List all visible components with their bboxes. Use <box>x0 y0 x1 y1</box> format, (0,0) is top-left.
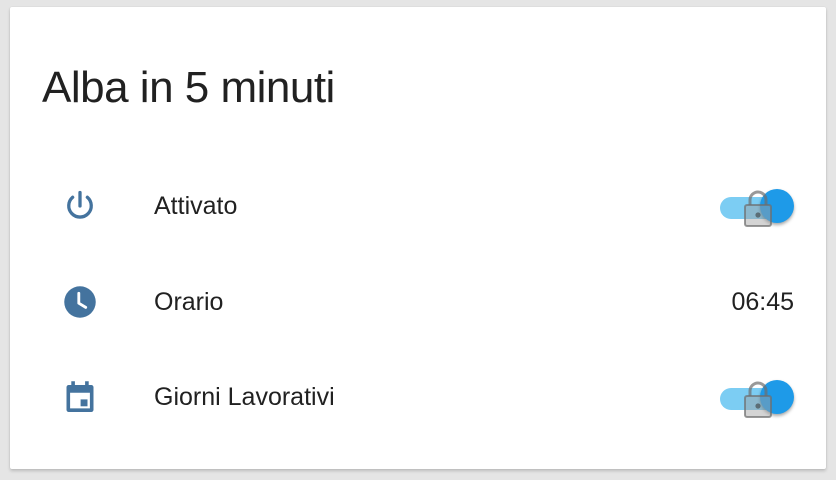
power-icon <box>67 190 93 219</box>
row-label-giorni-lavorativi: Giorni Lavorativi <box>154 383 335 411</box>
row-orario: Orario 06:45 <box>10 272 826 332</box>
row-label-orario: Orario <box>154 288 224 316</box>
giorni-lavorativi-toggle[interactable] <box>718 379 794 418</box>
lock-icon <box>744 381 772 418</box>
attivato-toggle[interactable] <box>718 188 794 227</box>
lock-icon <box>744 190 772 227</box>
card-title: Alba in 5 minuti <box>42 63 335 112</box>
clock-icon <box>64 286 96 318</box>
row-attivato: Attivato <box>10 176 826 236</box>
automation-card: Alba in 5 minuti Attivato Orario 06:45 G… <box>10 7 826 469</box>
orario-value: 06:45 <box>731 288 794 316</box>
calendar-icon <box>66 381 94 412</box>
row-giorni-lavorativi: Giorni Lavorativi <box>10 367 826 427</box>
row-label-attivato: Attivato <box>154 192 238 220</box>
